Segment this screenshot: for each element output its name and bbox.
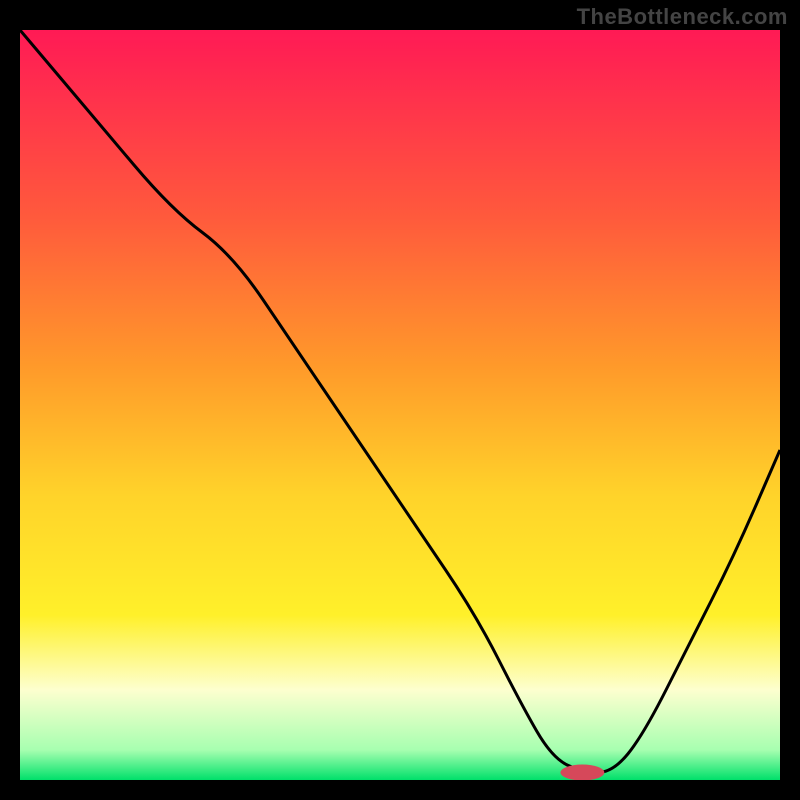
watermark-text: TheBottleneck.com — [577, 4, 788, 30]
plot-area — [20, 30, 780, 780]
chart-container: TheBottleneck.com — [0, 0, 800, 800]
gradient-background — [20, 30, 780, 780]
optimal-marker — [560, 765, 604, 781]
chart-svg — [20, 30, 780, 780]
